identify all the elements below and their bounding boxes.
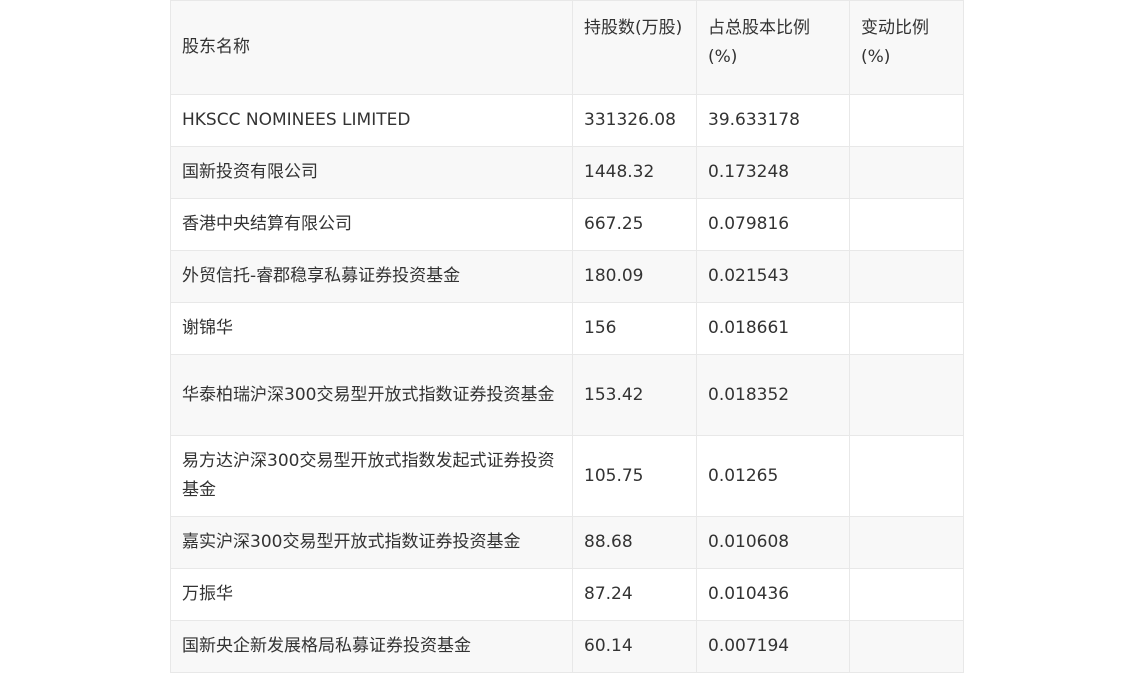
cell-change: [849, 94, 964, 147]
table-row: 国新央企新发展格局私募证券投资基金 60.14 0.007194: [170, 620, 964, 673]
shareholder-table-container: 股东名称 持股数(万股) 占总股本比例(%) 变动比例(%) HKSCC NOM…: [170, 0, 964, 673]
cell-ratio: 0.010436: [696, 568, 850, 621]
cell-shares: 88.68: [572, 516, 697, 569]
cell-shareholder-name: 外贸信托-睿郡稳享私募证券投资基金: [170, 250, 573, 303]
cell-change: [849, 354, 964, 436]
cell-change: [849, 302, 964, 355]
table-row: HKSCC NOMINEES LIMITED 331326.08 39.6331…: [170, 94, 964, 147]
cell-change: [849, 568, 964, 621]
cell-ratio: 0.079816: [696, 198, 850, 251]
cell-shares: 667.25: [572, 198, 697, 251]
cell-ratio: 0.010608: [696, 516, 850, 569]
cell-change: [849, 435, 964, 517]
cell-shareholder-name: 华泰柏瑞沪深300交易型开放式指数证券投资基金: [170, 354, 573, 436]
header-ratio: 占总股本比例(%): [696, 0, 850, 95]
cell-shareholder-name: 香港中央结算有限公司: [170, 198, 573, 251]
cell-change: [849, 620, 964, 673]
cell-shareholder-name: 谢锦华: [170, 302, 573, 355]
cell-shareholder-name: 国新投资有限公司: [170, 146, 573, 199]
table-row: 谢锦华 156 0.018661: [170, 302, 964, 355]
header-shares: 持股数(万股): [572, 0, 697, 95]
cell-change: [849, 516, 964, 569]
cell-shares: 153.42: [572, 354, 697, 436]
table-row: 香港中央结算有限公司 667.25 0.079816: [170, 198, 964, 251]
cell-shares: 105.75: [572, 435, 697, 517]
table-header-row: 股东名称 持股数(万股) 占总股本比例(%) 变动比例(%): [170, 0, 964, 95]
table-row: 万振华 87.24 0.010436: [170, 568, 964, 621]
cell-change: [849, 146, 964, 199]
cell-ratio: 0.173248: [696, 146, 850, 199]
cell-shares: 180.09: [572, 250, 697, 303]
cell-ratio: 39.633178: [696, 94, 850, 147]
cell-shareholder-name: HKSCC NOMINEES LIMITED: [170, 94, 573, 147]
shareholder-table: 股东名称 持股数(万股) 占总股本比例(%) 变动比例(%) HKSCC NOM…: [170, 0, 964, 673]
table-row: 易方达沪深300交易型开放式指数发起式证券投资基金 105.75 0.01265: [170, 435, 964, 517]
table-row: 嘉实沪深300交易型开放式指数证券投资基金 88.68 0.010608: [170, 516, 964, 569]
cell-shareholder-name: 易方达沪深300交易型开放式指数发起式证券投资基金: [170, 435, 573, 517]
cell-shareholder-name: 嘉实沪深300交易型开放式指数证券投资基金: [170, 516, 573, 569]
cell-shares: 331326.08: [572, 94, 697, 147]
cell-change: [849, 198, 964, 251]
table-row: 国新投资有限公司 1448.32 0.173248: [170, 146, 964, 199]
cell-shareholder-name: 国新央企新发展格局私募证券投资基金: [170, 620, 573, 673]
cell-ratio: 0.007194: [696, 620, 850, 673]
cell-ratio: 0.01265: [696, 435, 850, 517]
cell-shares: 156: [572, 302, 697, 355]
cell-shareholder-name: 万振华: [170, 568, 573, 621]
cell-shares: 60.14: [572, 620, 697, 673]
header-shareholder-name: 股东名称: [170, 0, 573, 95]
header-change: 变动比例(%): [849, 0, 964, 95]
cell-ratio: 0.018661: [696, 302, 850, 355]
cell-ratio: 0.018352: [696, 354, 850, 436]
cell-ratio: 0.021543: [696, 250, 850, 303]
cell-shares: 87.24: [572, 568, 697, 621]
cell-change: [849, 250, 964, 303]
table-row: 外贸信托-睿郡稳享私募证券投资基金 180.09 0.021543: [170, 250, 964, 303]
table-row: 华泰柏瑞沪深300交易型开放式指数证券投资基金 153.42 0.018352: [170, 354, 964, 436]
cell-shares: 1448.32: [572, 146, 697, 199]
